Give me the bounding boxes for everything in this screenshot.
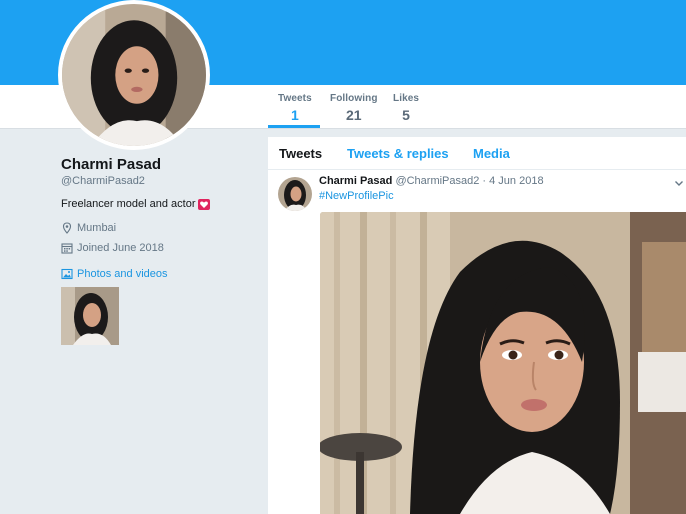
location-pin-icon: [62, 222, 72, 234]
media-thumbnail[interactable]: [61, 287, 119, 345]
stat-following-label: Following: [330, 93, 378, 104]
profile-joined: Joined June 2018: [61, 242, 164, 254]
active-stat-indicator: [268, 125, 320, 128]
stat-following[interactable]: Following 21: [330, 93, 378, 123]
profile-avatar[interactable]: [58, 0, 210, 150]
tweet-hashtag[interactable]: #NewProfilePic: [319, 190, 394, 202]
stat-likes-label: Likes: [393, 93, 420, 104]
stat-tweets[interactable]: Tweets 1: [278, 93, 312, 123]
tweet-handle-date[interactable]: @CharmiPasad2 · 4 Jun 2018: [395, 175, 543, 187]
profile-handle[interactable]: @CharmiPasad2: [61, 175, 145, 187]
chevron-down-icon[interactable]: [673, 177, 685, 189]
photos-and-videos-link[interactable]: Photos and videos: [61, 268, 168, 280]
profile-location: Mumbai: [61, 222, 116, 234]
stat-tweets-label: Tweets: [278, 93, 312, 104]
stat-likes-value: 5: [402, 107, 410, 123]
photo-icon: [61, 268, 73, 280]
tweet-avatar-photo: [278, 177, 312, 211]
heart-icon: [197, 198, 210, 210]
tweet-photo: [320, 212, 686, 514]
stat-likes[interactable]: Likes 5: [393, 93, 419, 123]
profile-bio: Freelancer model and actor: [61, 198, 210, 210]
timeline: Tweets Tweets & replies Media Charmi Pas…: [268, 137, 686, 514]
profile-location-text: Mumbai: [77, 222, 117, 234]
tweet-author-name[interactable]: Charmi Pasad: [319, 175, 392, 187]
profile-joined-text: Joined June 2018: [77, 242, 164, 254]
tweet-media-photo[interactable]: [320, 212, 686, 514]
tab-tweets-and-replies[interactable]: Tweets & replies: [347, 146, 449, 161]
profile-sidebar: Charmi Pasad @CharmiPasad2 Freelancer mo…: [0, 130, 268, 514]
calendar-icon: [61, 243, 73, 254]
stat-following-value: 21: [345, 107, 362, 123]
profile-name[interactable]: Charmi Pasad: [61, 156, 161, 173]
profile-bio-text: Freelancer model and actor: [61, 198, 196, 210]
tweet-author-avatar[interactable]: [278, 177, 312, 211]
stat-tweets-value: 1: [290, 107, 299, 123]
timeline-tabs: Tweets Tweets & replies Media: [268, 137, 686, 170]
tab-media[interactable]: Media: [473, 146, 510, 161]
tab-tweets[interactable]: Tweets: [279, 146, 322, 161]
avatar-photo: [62, 4, 206, 146]
thumbnail-photo: [61, 287, 119, 345]
photos-and-videos-label: Photos and videos: [77, 268, 168, 280]
tweet-header: Charmi Pasad @CharmiPasad2 · 4 Jun 2018: [319, 175, 544, 187]
